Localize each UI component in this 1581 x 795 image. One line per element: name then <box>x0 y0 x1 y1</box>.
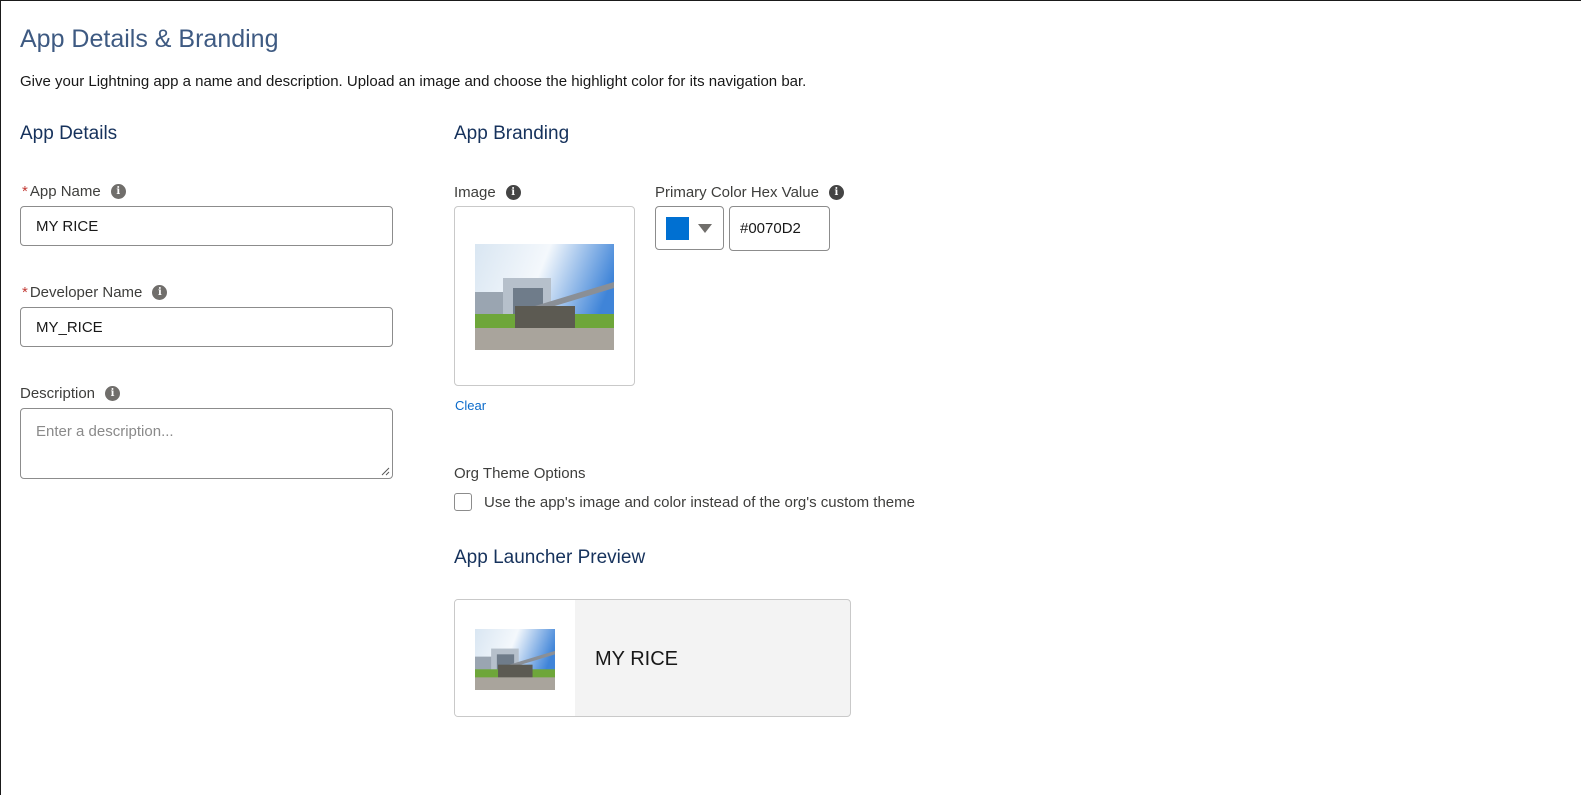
description-label: Description i <box>20 385 121 402</box>
primary-color-label: Primary Color Hex Value i <box>655 184 844 201</box>
theme-checkbox[interactable] <box>454 493 472 511</box>
preview-app-image <box>475 629 555 690</box>
developer-name-label: * Developer Name i <box>22 284 168 301</box>
app-launcher-preview-card: MY RICE <box>454 599 851 717</box>
theme-checkbox-label: Use the app's image and color instead of… <box>484 494 915 511</box>
app-launcher-preview-title: App Launcher Preview <box>454 547 646 568</box>
color-swatch <box>666 216 689 240</box>
description-label-text: Description <box>20 385 96 402</box>
page-subtitle: Give your Lightning app a name and descr… <box>20 73 807 90</box>
app-name-input[interactable]: MY RICE <box>20 206 393 246</box>
info-icon[interactable]: i <box>828 185 844 200</box>
image-upload-box[interactable] <box>454 206 635 386</box>
color-picker-button[interactable] <box>655 206 724 250</box>
required-marker: * <box>22 183 28 200</box>
app-name-label: * App Name i <box>22 183 126 200</box>
app-name-label-text: App Name <box>29 183 101 200</box>
app-branding-title: App Branding <box>454 123 570 144</box>
developer-name-input[interactable]: MY_RICE <box>20 307 393 347</box>
info-icon[interactable]: i <box>110 184 126 199</box>
description-textarea[interactable]: Enter a description... <box>20 408 393 479</box>
org-theme-label: Org Theme Options <box>454 465 586 482</box>
required-marker: * <box>22 284 28 301</box>
preview-image-area <box>455 600 575 716</box>
info-icon[interactable]: i <box>152 285 168 300</box>
image-label: Image i <box>454 184 521 201</box>
developer-name-label-text: Developer Name <box>29 284 143 301</box>
app-details-title: App Details <box>20 123 118 144</box>
resize-handle-icon[interactable] <box>380 466 390 476</box>
preview-app-name: MY RICE <box>595 648 678 670</box>
image-label-text: Image <box>454 184 496 201</box>
primary-color-label-text: Primary Color Hex Value <box>655 184 819 201</box>
caret-down-icon <box>698 223 712 233</box>
description-placeholder: Enter a description... <box>36 423 174 440</box>
page-title: App Details & Branding <box>20 25 279 53</box>
info-icon[interactable]: i <box>105 386 121 401</box>
app-image-thumbnail <box>475 244 614 350</box>
hex-value-input[interactable]: #0070D2 <box>729 206 830 251</box>
clear-image-link[interactable]: Clear <box>455 398 486 413</box>
info-icon[interactable]: i <box>505 185 521 200</box>
